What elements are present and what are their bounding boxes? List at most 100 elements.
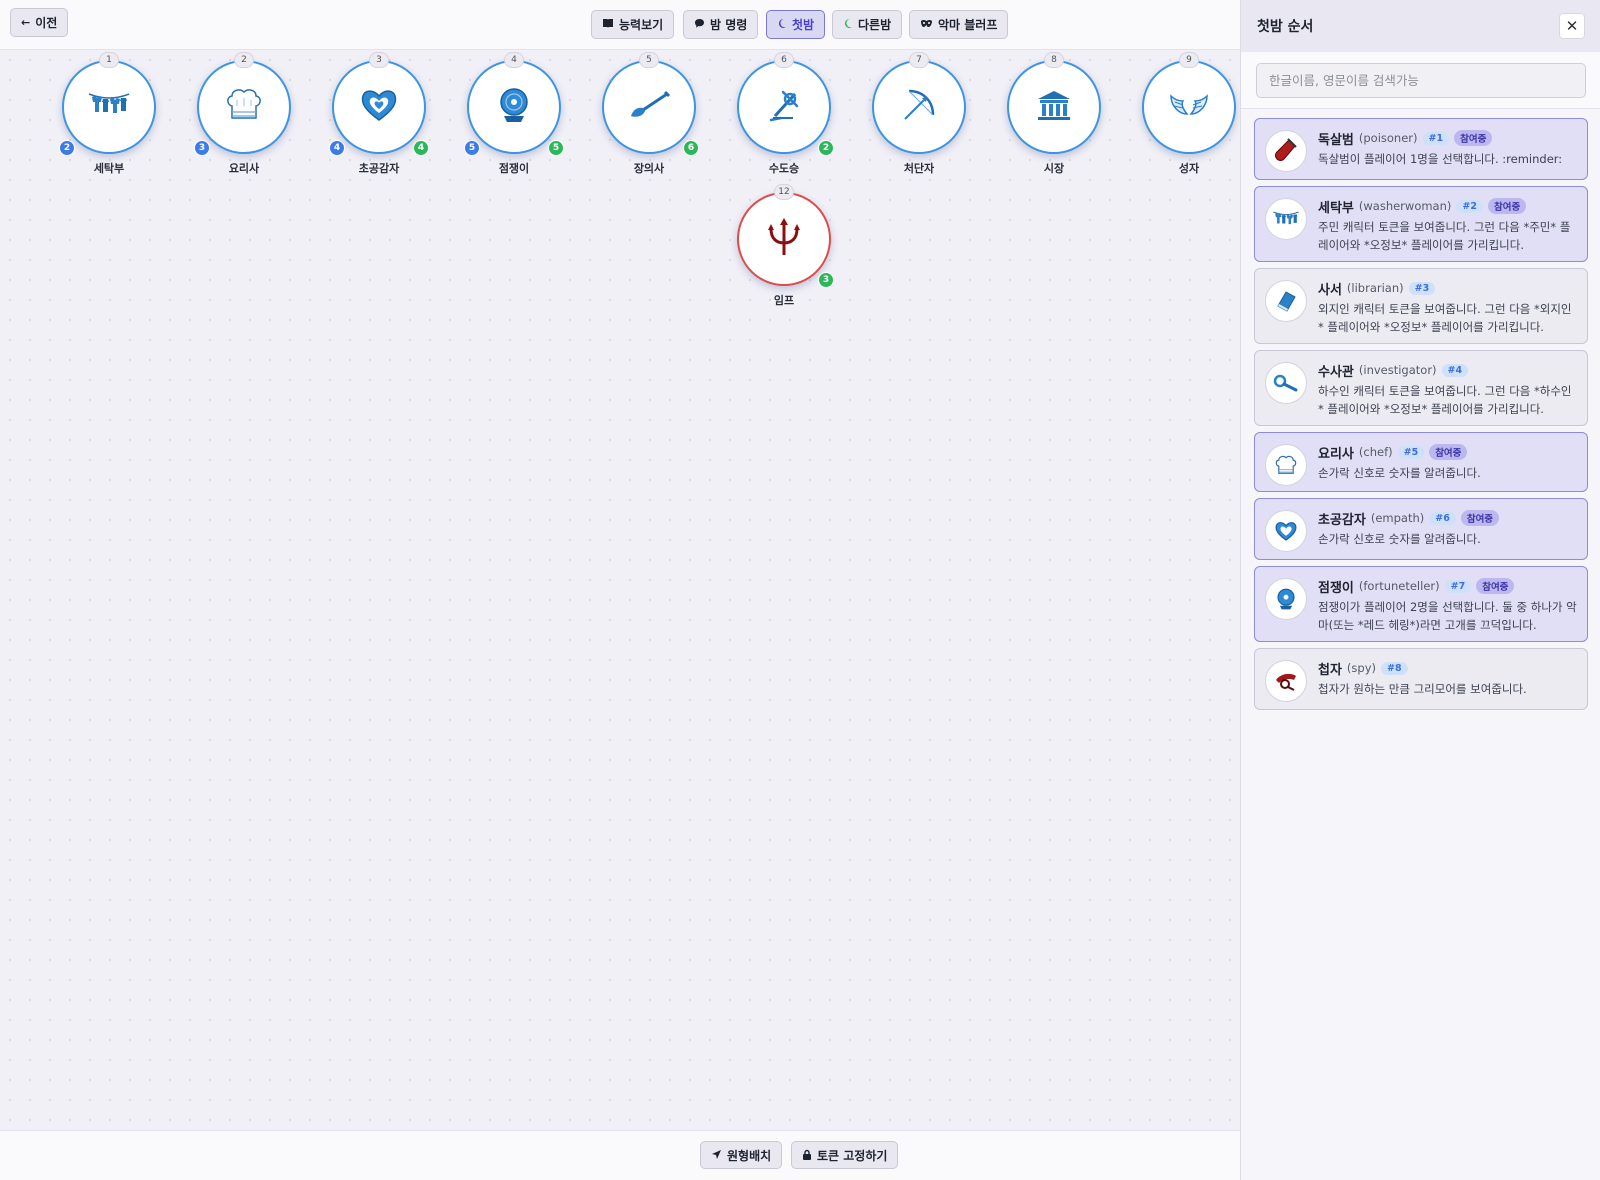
book-icon (602, 18, 614, 31)
token-seat-12[interactable]: 12 3 임프 (734, 184, 834, 309)
back-label: 이전 (35, 16, 58, 30)
token-name: 초공감자 (358, 162, 400, 175)
seat-number: 7 (909, 52, 929, 68)
token-name: 점쟁이 (498, 162, 530, 175)
card-description: 손가락 신호로 숫자를 알려줍니다. (1318, 466, 1481, 480)
circle-layout-button[interactable]: 원형배치 (700, 1141, 783, 1169)
token-circle[interactable] (1007, 60, 1101, 154)
token-circle[interactable] (872, 60, 966, 154)
card-korean-name: 초공감자 (1318, 512, 1366, 528)
order-number-badge: #8 (1381, 661, 1408, 675)
reminder-badge: 3 (818, 272, 834, 288)
token-name: 장의사 (633, 162, 665, 175)
lock-tokens-button[interactable]: 토큰 고정하기 (791, 1141, 899, 1169)
chef-hat-icon (1265, 444, 1307, 486)
townhall-icon (1036, 89, 1072, 125)
token-name: 수도승 (768, 162, 800, 175)
tab-night-commands[interactable]: 밤 명령 (683, 10, 759, 39)
token-name: 세탁부 (93, 162, 125, 175)
mask-icon (920, 19, 933, 30)
shovel-icon (627, 90, 671, 124)
card-english-name: (fortuneteller) (1358, 579, 1440, 593)
reminder-badge: 2 (818, 140, 834, 156)
token-circle[interactable] (737, 192, 831, 286)
card-description: 독살범이 플레이어 1명을 선택합니다. :reminder: (1318, 152, 1563, 166)
token-circle[interactable] (737, 60, 831, 154)
card-description: 점쟁이가 플레이어 2명을 선택합니다. 둘 중 하나가 악마(또는 *레드 헤… (1318, 600, 1577, 632)
card-korean-name: 요리사 (1318, 446, 1354, 462)
card-korean-name: 독살범 (1318, 132, 1354, 148)
token-circle[interactable] (197, 60, 291, 154)
card-korean-name: 사서 (1318, 282, 1342, 298)
search-input[interactable] (1256, 63, 1586, 98)
tab-label: 능력보기 (619, 18, 664, 32)
tab-demon-bluffs[interactable]: 악마 블러프 (909, 10, 1009, 39)
list-item-fortuneteller[interactable]: 점쟁이 (fortuneteller) #7 참여중 점쟁이가 플레이어 2명을… (1254, 566, 1588, 642)
token-circle[interactable] (602, 60, 696, 154)
card-korean-name: 첩자 (1318, 662, 1342, 678)
circle-layout-label: 원형배치 (727, 1148, 772, 1163)
list-item-spy[interactable]: 첩자 (spy) #8 첩자가 원하는 만큼 그리모어를 보여줍니다. (1254, 648, 1588, 710)
token-seat-9[interactable]: 9 성자 (1139, 52, 1239, 177)
card-english-name: (washerwoman) (1358, 199, 1452, 213)
crystal-ball-icon (1265, 578, 1307, 620)
joined-badge: 참여중 (1454, 130, 1493, 146)
list-item-empath[interactable]: 초공감자 (empath) #6 참여중 손가락 신호로 숫자를 알려줍니다. (1254, 498, 1588, 560)
card-english-name: (chef) (1358, 445, 1393, 459)
list-item-librarian[interactable]: 사서 (librarian) #3 외지인 캐릭터 토큰을 보여줍니다. 그런 … (1254, 268, 1588, 344)
first-night-panel: 첫밤 순서 ✕ 독살범 (poisoner) #1 참여중 독살범이 플레이어 … (1240, 0, 1600, 1180)
list-item-poisoner[interactable]: 독살범 (poisoner) #1 참여중 독살범이 플레이어 1명을 선택합니… (1254, 118, 1588, 180)
order-number-badge: #6 (1429, 511, 1456, 525)
panel-title: 첫밤 순서 (1257, 19, 1314, 35)
moon-icon (843, 18, 853, 31)
card-korean-name: 수사관 (1318, 364, 1354, 380)
token-seat-3[interactable]: 3 4 4 초공감자 (329, 52, 429, 177)
search-area (1241, 52, 1600, 109)
token-seat-1[interactable]: 1 2 세탁부 (59, 52, 159, 177)
wings-icon (1169, 90, 1209, 124)
token-seat-6[interactable]: 6 2 수도승 (734, 52, 834, 177)
seat-number: 6 (774, 52, 794, 68)
card-english-name: (investigator) (1358, 363, 1437, 377)
tab-other-nights[interactable]: 다른밤 (832, 10, 903, 39)
laundry-icon (1265, 198, 1307, 240)
tab-first-night[interactable]: 첫밤 (766, 10, 826, 39)
list-item-investigator[interactable]: 수사관 (investigator) #4 하수인 캐릭터 토큰을 보여줍니다.… (1254, 350, 1588, 426)
tab-abilities[interactable]: 능력보기 (591, 10, 675, 39)
seat-number: 5 (639, 52, 659, 68)
token-seat-5[interactable]: 5 6 장의사 (599, 52, 699, 177)
token-name: 성자 (1178, 162, 1200, 175)
list-item-chef[interactable]: 요리사 (chef) #5 참여중 손가락 신호로 숫자를 알려줍니다. (1254, 432, 1588, 492)
token-seat-8[interactable]: 8 시장 (1004, 52, 1104, 177)
card-description: 손가락 신호로 숫자를 알려줍니다. (1318, 532, 1481, 546)
token-seat-7[interactable]: 7 처단자 (869, 52, 969, 177)
token-circle[interactable] (467, 60, 561, 154)
night-order-badge: 5 (464, 140, 480, 156)
panel-header: 첫밤 순서 ✕ (1241, 0, 1600, 52)
close-button[interactable]: ✕ (1559, 13, 1585, 39)
token-circle[interactable] (62, 60, 156, 154)
night-order-badge: 3 (194, 140, 210, 156)
token-seat-2[interactable]: 2 3 요리사 (194, 52, 294, 177)
token-circle[interactable] (332, 60, 426, 154)
seat-number: 2 (234, 52, 254, 68)
token-seat-4[interactable]: 4 5 5 점쟁이 (464, 52, 564, 177)
reminder-badge: 5 (548, 140, 564, 156)
list-item-washerwoman[interactable]: 세탁부 (washerwoman) #2 참여중 주민 캐릭터 토큰을 보여줍니… (1254, 186, 1588, 262)
card-korean-name: 세탁부 (1318, 200, 1354, 216)
token-circle[interactable] (1142, 60, 1236, 154)
lock-tokens-label: 토큰 고정하기 (817, 1148, 888, 1163)
poison-vial-icon (1265, 130, 1307, 172)
seat-number: 1 (99, 52, 119, 68)
joined-badge: 참여중 (1429, 444, 1468, 460)
moon-icon (777, 18, 787, 31)
back-button[interactable]: ← 이전 (10, 8, 69, 37)
crystal-ball-icon (496, 86, 532, 128)
grimoire-canvas[interactable]: 1 2 세탁부 2 3 요리사 3 4 4 초공감자 4 5 5 점쟁이 5 6… (0, 50, 1240, 1130)
token-name: 처단자 (903, 162, 935, 175)
card-description: 외지인 캐릭터 토큰을 보여줍니다. 그런 다음 *외지인* 플레이어와 *오정… (1318, 302, 1572, 334)
heart-icon (1265, 510, 1307, 552)
reminder-badge: 4 (413, 140, 429, 156)
lock-icon (802, 1149, 812, 1162)
seat-number: 8 (1044, 52, 1064, 68)
